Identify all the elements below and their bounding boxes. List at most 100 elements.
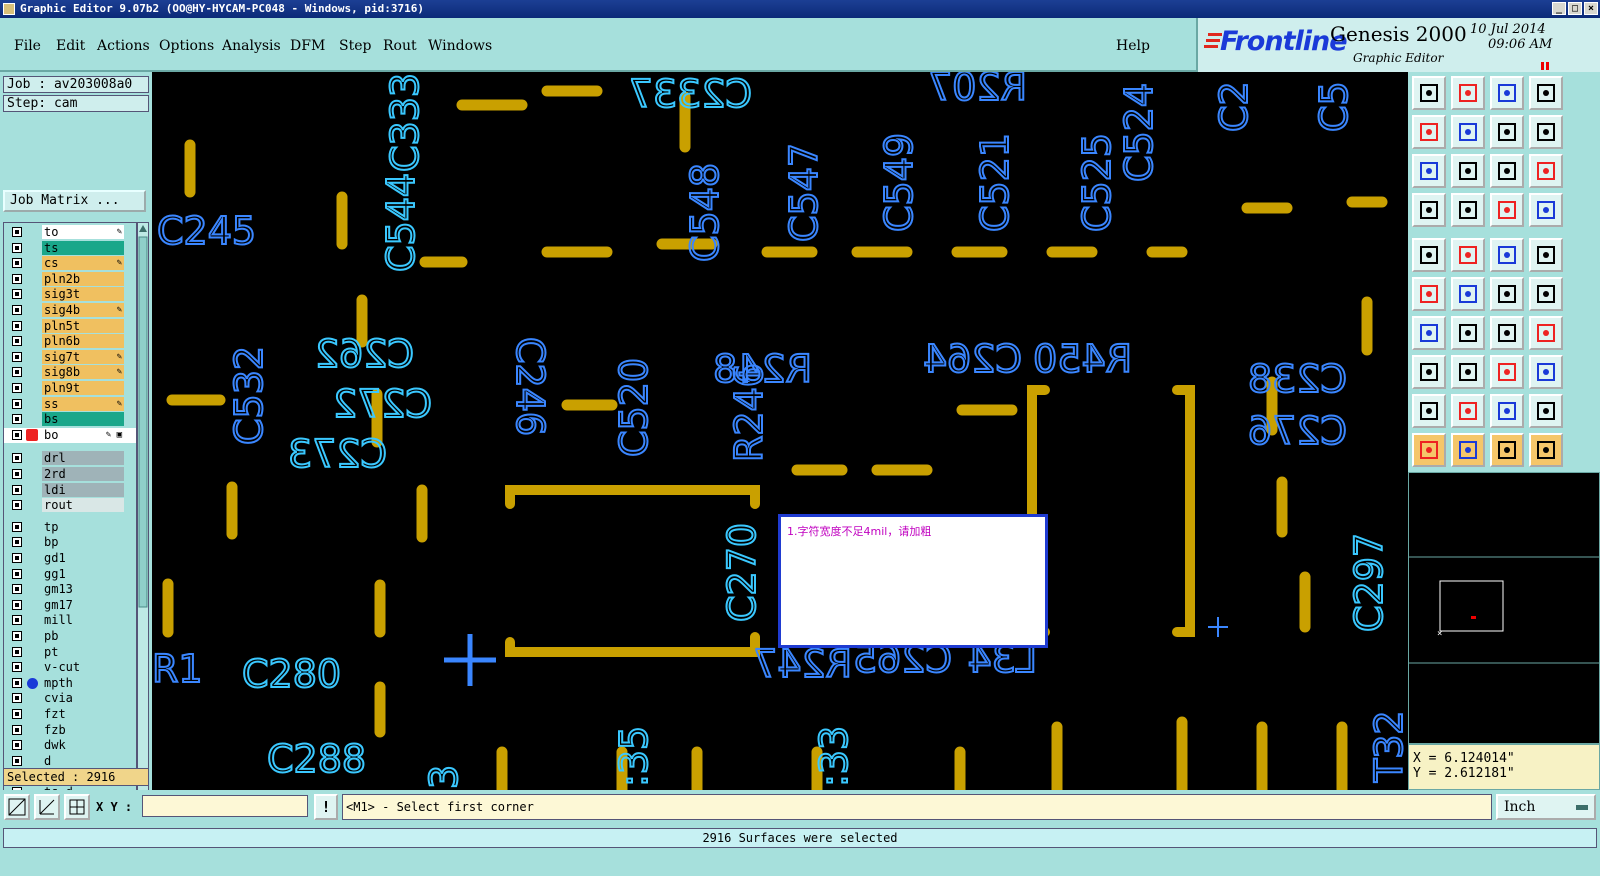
layer-row-ldi[interactable]: ldi	[4, 482, 136, 498]
zoom-icon[interactable]	[1451, 154, 1485, 188]
layer-checkbox[interactable]	[12, 537, 22, 548]
layer-row-bo[interactable]: bo ✎ ▣	[4, 427, 136, 443]
layer-checkbox[interactable]	[12, 414, 22, 425]
minus-icon[interactable]	[1451, 355, 1485, 389]
line-icon[interactable]	[1451, 316, 1485, 350]
maximize-button[interactable]: □	[1568, 2, 1582, 15]
layer-stack-icon[interactable]	[1529, 193, 1563, 227]
menu-rout[interactable]: Rout	[383, 38, 417, 54]
select-arrow-icon[interactable]	[1412, 433, 1446, 467]
layer-row-mill[interactable]: mill	[4, 613, 136, 628]
layer-checkbox[interactable]	[12, 273, 22, 284]
layer-compare-icon[interactable]	[1490, 193, 1524, 227]
snap-mode-button[interactable]	[4, 794, 30, 820]
layer-row-cvia[interactable]: cvia	[4, 691, 136, 706]
layer-checkbox[interactable]	[12, 484, 22, 495]
triangle-c-icon[interactable]	[1490, 394, 1524, 428]
layer-row-pb[interactable]: pb	[4, 629, 136, 644]
home-top-icon[interactable]	[1412, 76, 1446, 110]
xy-input[interactable]	[142, 795, 308, 817]
layer-checkbox[interactable]	[12, 429, 22, 440]
layer-checkbox[interactable]	[12, 631, 22, 641]
scale-1-2-icon[interactable]	[1490, 154, 1524, 188]
layer-row-sig4b[interactable]: sig4b ✎	[4, 303, 136, 318]
pcb-drawing[interactable]: C245 C544 C246 C548 C547 C549 C521 C525C524 C2 C5…	[152, 72, 1408, 790]
layer-row-pln6b[interactable]: pln6b	[4, 334, 136, 349]
layer-checkbox[interactable]	[12, 615, 22, 626]
select-box-icon[interactable]	[1451, 433, 1485, 467]
menu-step[interactable]: Step	[339, 38, 371, 54]
layer-row-fzb[interactable]: fzb	[4, 722, 136, 738]
layer-row-bs[interactable]: bs	[4, 412, 136, 427]
layer-checkbox[interactable]	[12, 740, 22, 751]
menu-dfm[interactable]: DFM	[290, 38, 325, 54]
home-house-icon[interactable]	[1490, 76, 1524, 110]
alert-button[interactable]: !	[314, 794, 338, 820]
warning-popup[interactable]: 1.字符宽度不足4mil，请加粗	[778, 514, 1048, 648]
graphic-canvas[interactable]: C245 C544 C246 C548 C547 C549 C521 C525 C524 C2 C5…	[152, 72, 1408, 790]
triangle-d-icon[interactable]	[1529, 394, 1563, 428]
group-icon[interactable]	[1529, 355, 1563, 389]
layer-row-ts[interactable]: ts	[4, 240, 136, 256]
layer-checkbox[interactable]	[12, 336, 22, 347]
layer-checkbox[interactable]	[12, 693, 22, 704]
layer-row-pln9t[interactable]: pln9t	[4, 381, 136, 396]
swap-icon[interactable]	[1490, 115, 1524, 149]
layer-scrollbar[interactable]	[137, 222, 149, 834]
layer-checkbox[interactable]	[12, 351, 22, 362]
menu-edit[interactable]: Edit	[56, 38, 85, 54]
layer-checkbox[interactable]	[12, 258, 22, 269]
dot-icon[interactable]	[1529, 238, 1563, 272]
layer-row-to[interactable]: to ✎	[4, 225, 136, 240]
layer-row-v-cut[interactable]: v-cut	[4, 660, 136, 675]
layer-checkbox[interactable]	[12, 398, 22, 409]
layer-row-gm13[interactable]: gm13	[4, 582, 136, 597]
layer-checkbox[interactable]	[12, 755, 22, 766]
ruler-icon[interactable]	[1490, 238, 1524, 272]
layer-checkbox[interactable]	[12, 305, 22, 315]
menu-options[interactable]: Options	[159, 38, 214, 54]
minimize-button[interactable]: _	[1552, 2, 1566, 15]
measure-mode-button[interactable]	[34, 794, 60, 820]
pan-left-icon[interactable]	[1412, 115, 1446, 149]
move-arrow-icon[interactable]	[1529, 277, 1563, 311]
layer-row-gm17[interactable]: gm17	[4, 597, 136, 613]
layer-row-cs[interactable]: cs ✎	[4, 256, 136, 271]
select-poly-icon[interactable]	[1529, 433, 1563, 467]
job-matrix-button[interactable]: Job Matrix ...	[3, 190, 146, 212]
resize-icon[interactable]	[1490, 355, 1524, 389]
layer-row-dwk[interactable]: dwk	[4, 738, 136, 753]
layer-checkbox[interactable]	[12, 662, 22, 673]
probe-icon[interactable]	[1451, 193, 1485, 227]
layer-checkbox[interactable]	[12, 677, 22, 688]
layer-checkbox[interactable]	[12, 500, 22, 511]
layer-checkbox[interactable]	[12, 242, 22, 253]
menu-windows[interactable]: Windows	[428, 38, 492, 54]
layer-checkbox[interactable]	[12, 568, 22, 579]
triangle-a-icon[interactable]	[1412, 394, 1446, 428]
menu-analysis[interactable]: Analysis	[222, 38, 281, 54]
menu-file[interactable]: File	[14, 38, 41, 54]
layer-checkbox[interactable]	[12, 320, 22, 331]
layer-row-mpth[interactable]: mpth	[4, 675, 136, 691]
layer-checkbox[interactable]	[12, 367, 22, 378]
layer-checkbox[interactable]	[12, 289, 22, 300]
layer-checkbox[interactable]	[12, 383, 22, 393]
tools-icon[interactable]	[1412, 193, 1446, 227]
record-icon[interactable]	[1412, 238, 1446, 272]
layer-row-tp[interactable]: tp	[4, 519, 136, 535]
layer-checkbox[interactable]	[12, 227, 22, 237]
layer-row-2rd[interactable]: 2rd	[4, 467, 136, 482]
layer-checkbox[interactable]	[12, 521, 22, 532]
undo-arc-icon[interactable]	[1490, 316, 1524, 350]
help-icon[interactable]	[1529, 154, 1563, 188]
step-icon[interactable]	[1529, 115, 1563, 149]
copy-shape-icon[interactable]	[1451, 238, 1485, 272]
units-selector[interactable]: Inch	[1496, 794, 1596, 820]
layer-checkbox[interactable]	[12, 553, 22, 563]
connect-icon[interactable]	[1412, 277, 1446, 311]
angle-icon[interactable]	[1412, 316, 1446, 350]
select-circle-icon[interactable]	[1490, 433, 1524, 467]
layer-row-pln2b[interactable]: pln2b	[4, 271, 136, 287]
layer-row-pln5t[interactable]: pln5t	[4, 318, 136, 334]
